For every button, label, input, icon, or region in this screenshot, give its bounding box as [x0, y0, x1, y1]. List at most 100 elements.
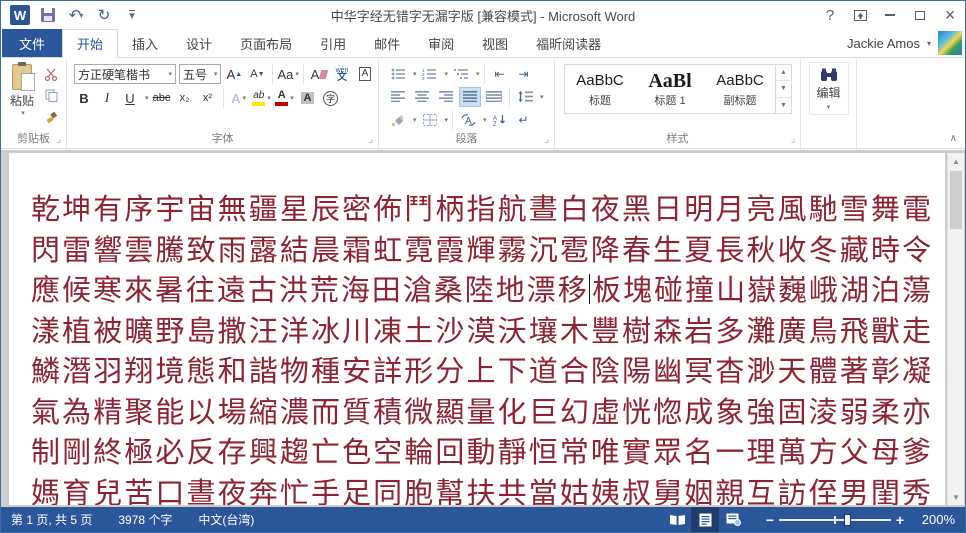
- close-button[interactable]: ×: [935, 2, 965, 28]
- zoom-slider[interactable]: [779, 513, 891, 527]
- undo-dropdown[interactable]: ▾: [79, 11, 83, 20]
- word-count[interactable]: 3978 个字: [118, 511, 172, 528]
- text-line[interactable]: 氣為精聚能以場縮濃而質積微顯量化巨幻虛恍惚成象強固淩弱柔亦: [31, 392, 931, 433]
- font-color-button[interactable]: A▾: [275, 88, 295, 108]
- zoom-slider-thumb[interactable]: [844, 514, 851, 526]
- minimize-button[interactable]: [875, 2, 905, 28]
- text-line[interactable]: 制剛終極必反存興趨亡色空輪回動靜恒常唯實眾名一理萬方父母爹: [31, 432, 931, 473]
- italic-button[interactable]: I: [97, 88, 117, 108]
- redo-button[interactable]: ↻: [92, 3, 116, 27]
- bullets-button[interactable]: [387, 64, 409, 84]
- align-left-button[interactable]: [387, 87, 409, 107]
- tab-file[interactable]: 文件: [2, 29, 62, 57]
- enclose-characters-button[interactable]: 字: [321, 88, 341, 108]
- asian-layout-button[interactable]: A: [457, 110, 479, 130]
- text-line[interactable]: 閃雷響雲騰致雨露結晨霜虹霓霞輝霧沉雹降春生夏長秋收冬藏時令: [31, 230, 931, 271]
- maximize-button[interactable]: [905, 2, 935, 28]
- customize-qat-button[interactable]: ▾: [120, 3, 144, 27]
- scroll-down-arrow[interactable]: ▼: [948, 489, 964, 505]
- style-heading1[interactable]: AaBl 标题 1: [635, 65, 705, 113]
- collapse-ribbon-button[interactable]: ∧: [950, 133, 957, 144]
- scrollbar-thumb[interactable]: [950, 171, 962, 229]
- paste-dropdown-icon[interactable]: ▾: [21, 109, 25, 117]
- copy-button[interactable]: [40, 86, 62, 104]
- style-title[interactable]: AaBbC 标题: [565, 65, 635, 113]
- sort-button[interactable]: AZ: [489, 110, 511, 130]
- character-border-button[interactable]: A: [355, 64, 375, 84]
- character-shading-button[interactable]: A: [298, 88, 318, 108]
- tab-mailings[interactable]: 邮件: [360, 29, 414, 57]
- paste-button[interactable]: 粘贴 ▾: [4, 62, 40, 131]
- multilevel-list-button[interactable]: [450, 64, 472, 84]
- justify-button[interactable]: [459, 87, 481, 107]
- tab-foxit-reader[interactable]: 福昕阅读器: [522, 29, 615, 57]
- zoom-in-button[interactable]: +: [891, 512, 909, 528]
- underline-button[interactable]: U: [120, 88, 140, 108]
- format-painter-button[interactable]: [40, 107, 62, 125]
- change-case-button[interactable]: Aa▾: [278, 64, 298, 84]
- clear-formatting-button[interactable]: A: [309, 64, 329, 84]
- font-size-combo[interactable]: 五号▾: [179, 64, 221, 84]
- show-marks-button[interactable]: ↵: [513, 110, 535, 130]
- tab-home[interactable]: 开始: [62, 29, 118, 58]
- tab-page-layout[interactable]: 页面布局: [226, 29, 306, 57]
- text-line[interactable]: 漾植被曠野島撒汪洋冰川凍土沙漠沃壤木豐樹森岩多灘廣鳥飛獸走: [31, 311, 931, 352]
- ribbon-display-options-button[interactable]: [845, 2, 875, 28]
- word-logo-icon[interactable]: W: [8, 3, 32, 27]
- styles-scroll-up[interactable]: ▲: [776, 65, 791, 81]
- tab-review[interactable]: 审阅: [414, 29, 468, 57]
- undo-button[interactable]: ↶▾: [64, 3, 88, 27]
- document-page[interactable]: 乾坤有序宇宙無疆星辰密佈鬥柄指航晝白夜黑日明月亮風馳雪舞電閃雷響雲騰致雨露結晨霜…: [9, 153, 945, 505]
- avatar[interactable]: [938, 31, 962, 55]
- underline-dropdown[interactable]: ▾: [145, 94, 149, 102]
- tab-view[interactable]: 视图: [468, 29, 522, 57]
- text-effects-button[interactable]: A▾: [229, 88, 249, 108]
- align-right-button[interactable]: [435, 87, 457, 107]
- read-mode-button[interactable]: [663, 507, 691, 532]
- vertical-scrollbar[interactable]: ▲ ▼: [947, 153, 964, 505]
- styles-more-button[interactable]: ▼: [776, 98, 791, 113]
- grow-font-button[interactable]: A▲: [224, 64, 244, 84]
- numbering-button[interactable]: 123: [419, 64, 441, 84]
- phonetic-guide-button[interactable]: wén文: [332, 64, 352, 84]
- styles-scroll-down[interactable]: ▼: [776, 81, 791, 97]
- paragraph-dialog-launcher[interactable]: ⌟: [542, 135, 552, 145]
- style-subtitle[interactable]: AaBbC 副标题: [705, 65, 775, 113]
- page-indicator[interactable]: 第 1 页, 共 5 页: [11, 511, 92, 528]
- strikethrough-button[interactable]: abc: [152, 88, 172, 108]
- language-indicator[interactable]: 中文(台湾): [198, 511, 254, 528]
- tab-design[interactable]: 设计: [172, 29, 226, 57]
- styles-dialog-launcher[interactable]: ⌟: [788, 135, 798, 145]
- align-center-button[interactable]: [411, 87, 433, 107]
- increase-indent-button[interactable]: ⇥: [513, 64, 535, 84]
- text-line[interactable]: 媽育兒苦口晝夜奔忙手足同胞幫扶共當姑姨叔舅姻親互訪侄男閨秀: [31, 473, 931, 506]
- save-button[interactable]: [36, 3, 60, 27]
- borders-button[interactable]: [419, 110, 441, 130]
- cut-button[interactable]: [40, 65, 62, 83]
- text-line[interactable]: 乾坤有序宇宙無疆星辰密佈鬥柄指航晝白夜黑日明月亮風馳雪舞電: [31, 189, 931, 230]
- zoom-out-button[interactable]: −: [761, 512, 779, 528]
- account-area[interactable]: Jackie Amos ▾: [847, 29, 965, 57]
- zoom-level[interactable]: 200%: [909, 512, 955, 527]
- text-line[interactable]: 鱗潛羽翔境態和諧物種安詳形分上下道合陰陽幽冥杳渺天體著彰凝: [31, 351, 931, 392]
- clipboard-dialog-launcher[interactable]: ⌟: [54, 135, 64, 145]
- editing-button[interactable]: 编辑 ▾: [809, 62, 849, 115]
- scroll-up-arrow[interactable]: ▲: [948, 153, 964, 169]
- shading-button[interactable]: [387, 110, 409, 130]
- web-layout-button[interactable]: [719, 507, 747, 532]
- subscript-button[interactable]: x₂: [175, 88, 195, 108]
- superscript-button[interactable]: x²: [198, 88, 218, 108]
- bold-button[interactable]: B: [74, 88, 94, 108]
- highlight-button[interactable]: ab▾: [252, 88, 272, 108]
- shrink-font-button[interactable]: A▼: [247, 64, 267, 84]
- tab-references[interactable]: 引用: [306, 29, 360, 57]
- line-spacing-button[interactable]: [514, 87, 536, 107]
- decrease-indent-button[interactable]: ⇤: [489, 64, 511, 84]
- font-name-combo[interactable]: 方正硬笔楷书▾: [74, 64, 176, 84]
- text-line[interactable]: 應候寒來暑往遠古洪荒海田滄桑陸地漂移板塊碰撞山嶽巍峨湖泊蕩: [31, 270, 931, 311]
- help-button[interactable]: ?: [815, 2, 845, 28]
- distribute-button[interactable]: [483, 87, 505, 107]
- font-dialog-launcher[interactable]: ⌟: [366, 135, 376, 145]
- tab-insert[interactable]: 插入: [118, 29, 172, 57]
- print-layout-button[interactable]: [691, 507, 719, 532]
